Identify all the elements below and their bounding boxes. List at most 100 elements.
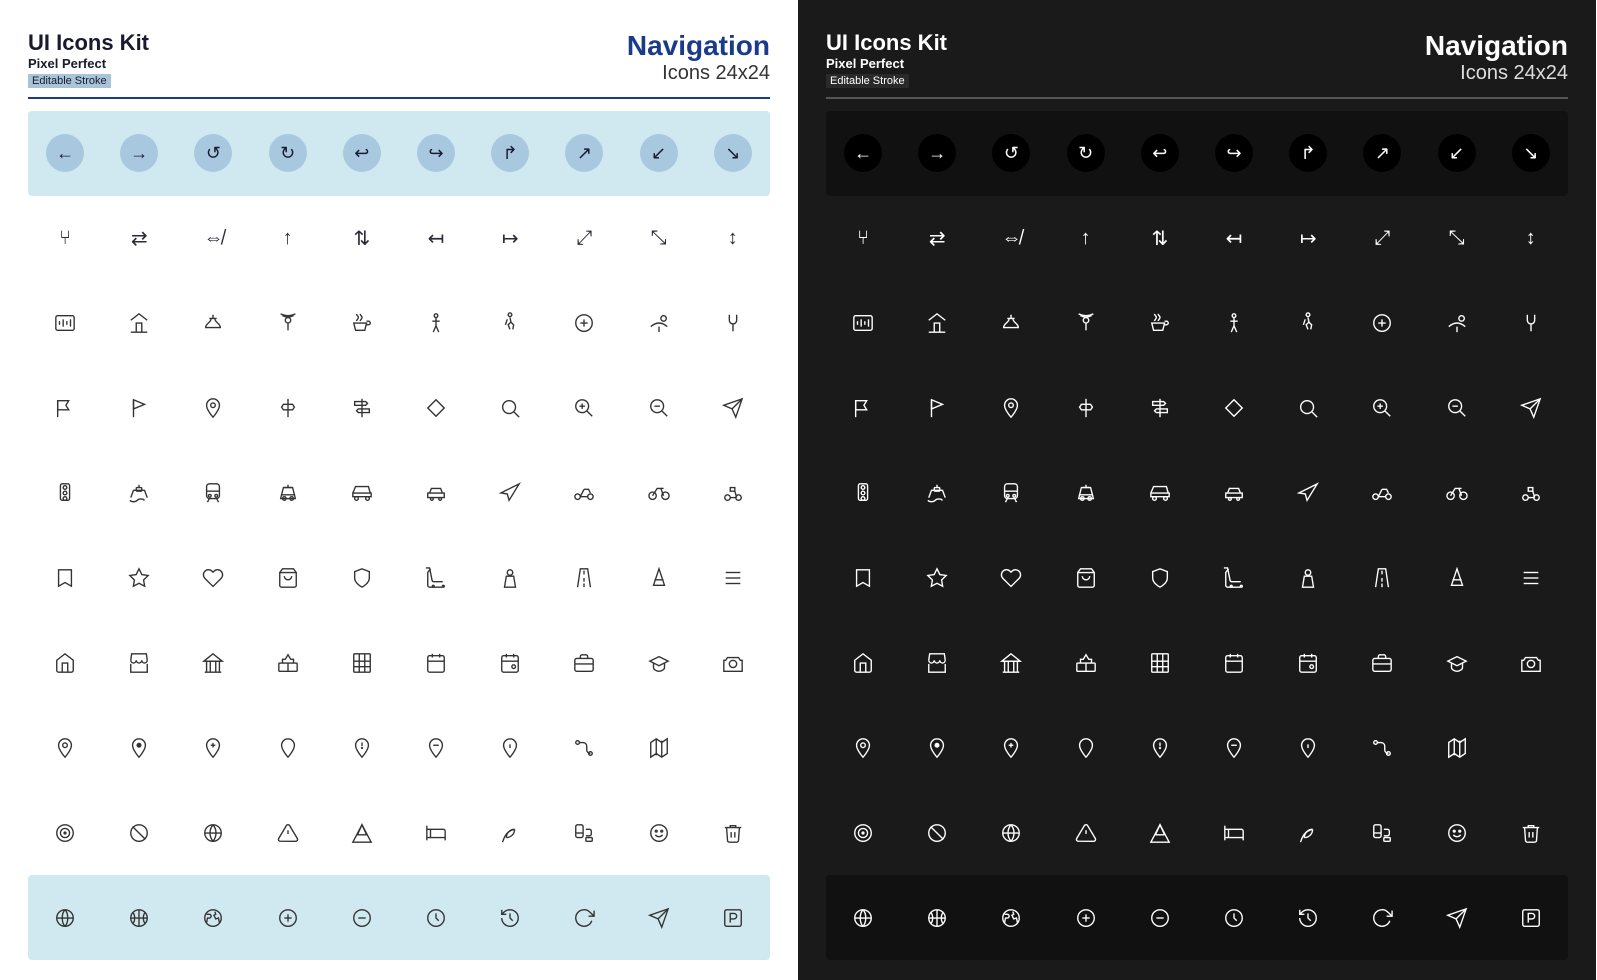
light-icon-tent	[330, 813, 394, 853]
dark-icon-undo: ↺	[979, 133, 1043, 173]
light-icon-turn-up: ↱	[478, 133, 542, 173]
light-icon-earth	[181, 898, 245, 938]
light-icon-empty	[701, 728, 765, 768]
dark-icon-construction	[1054, 643, 1118, 683]
dark-icon-map	[1425, 728, 1489, 768]
dark-row-4	[826, 366, 1568, 451]
light-icon-bookmark	[33, 558, 97, 598]
light-icon-arrow-left-stop: ↤	[404, 218, 468, 258]
light-icon-compress: ⤡	[627, 218, 691, 258]
light-icon-updown: ↕	[701, 218, 765, 258]
light-icon-clock-history	[478, 898, 542, 938]
light-row-5	[28, 451, 770, 536]
dark-icon-pin-2	[905, 728, 969, 768]
dark-panel: UI Icons Kit Pixel Perfect Editable Stro…	[798, 0, 1596, 980]
light-icon-theater	[627, 813, 691, 853]
dark-icon-person-standing	[1202, 303, 1266, 343]
dark-icon-expand: ⤢	[1350, 218, 1414, 258]
dark-icon-bed	[1202, 813, 1266, 853]
light-icon-redo: ↻	[256, 133, 320, 173]
light-icon-scooter	[701, 473, 765, 513]
dark-icon-pin-1	[831, 728, 895, 768]
dark-icon-search-minus	[1425, 388, 1489, 428]
light-icon-shop	[107, 643, 171, 683]
light-pixel-perfect: Pixel Perfect	[28, 56, 149, 71]
dark-icon-route	[1350, 728, 1414, 768]
light-icon-beach	[627, 303, 691, 343]
light-icon-location-send	[627, 898, 691, 938]
light-icon-shield	[330, 558, 394, 598]
dark-icon-updown: ↕	[1499, 218, 1563, 258]
dark-icon-pet-friendly	[1350, 813, 1414, 853]
light-row-10	[28, 875, 770, 960]
light-editable-stroke: Editable Stroke	[28, 74, 111, 88]
light-icon-van	[330, 473, 394, 513]
dark-icon-flag	[831, 388, 895, 428]
light-icon-pin-add	[181, 728, 245, 768]
dark-row-1: ← → ↺ ↻ ↩ ↪ ↱ ↗ ↙ ↘	[826, 111, 1568, 196]
light-icon-cafe	[330, 303, 394, 343]
light-icon-return-left: ↩	[330, 133, 394, 173]
dark-icon-ferry	[905, 473, 969, 513]
light-icon-traffic-light	[33, 473, 97, 513]
light-row-6	[28, 536, 770, 621]
light-icon-search-minus	[627, 388, 691, 428]
light-panel: UI Icons Kit Pixel Perfect Editable Stro…	[0, 0, 798, 980]
light-kit-title: UI Icons Kit	[28, 30, 149, 56]
dark-icon-signpost	[1054, 388, 1118, 428]
light-icon-minus-circle	[330, 898, 394, 938]
dark-icon-camera	[1499, 643, 1563, 683]
dark-icon-no-entry	[905, 813, 969, 853]
light-icon-train	[181, 473, 245, 513]
dark-icon-pin-alert	[1128, 728, 1192, 768]
light-row-3	[28, 281, 770, 366]
light-icon-office	[330, 643, 394, 683]
light-icon-motorcycle	[552, 473, 616, 513]
dark-editable-stroke: Editable Stroke	[826, 74, 909, 88]
dark-icon-send	[1499, 388, 1563, 428]
dark-icon-graduation	[1425, 643, 1489, 683]
light-icon-warning	[256, 813, 320, 853]
light-icon-star	[107, 558, 171, 598]
light-icon-briefcase	[552, 643, 616, 683]
light-icon-arrow-up: ↑	[256, 218, 320, 258]
light-icon-no-entry	[107, 813, 171, 853]
light-icon-camera	[701, 643, 765, 683]
dark-icon-cafe	[1128, 303, 1192, 343]
light-icon-restaurant	[701, 303, 765, 343]
dark-icon-cone	[1425, 558, 1489, 598]
dark-row-8	[826, 705, 1568, 790]
dark-icon-arrow-up: ↑	[1054, 218, 1118, 258]
dark-icon-restaurant	[1499, 303, 1563, 343]
dark-icon-arrow-down-right: ↘	[1499, 133, 1563, 173]
dark-row-6	[826, 536, 1568, 621]
dark-icon-pin-add	[979, 728, 1043, 768]
light-icon-burger	[701, 558, 765, 598]
light-icon-fountain	[181, 303, 245, 343]
dark-icon-office	[1128, 643, 1192, 683]
light-icon-road	[552, 558, 616, 598]
dark-row-3	[826, 281, 1568, 366]
light-icon-arrow-right: →	[107, 133, 171, 173]
dark-icon-search	[1276, 388, 1340, 428]
light-icon-search	[478, 388, 542, 428]
dark-icon-shuffle: ⇎	[979, 218, 1043, 258]
light-icon-cone	[627, 558, 691, 598]
light-icon-pet-friendly	[552, 813, 616, 853]
light-icon-weight	[478, 558, 542, 598]
dark-icon-transfer: ⇄	[905, 218, 969, 258]
dark-icon-refresh	[1350, 898, 1414, 938]
dark-icon-calendar	[1202, 643, 1266, 683]
light-icon-search-plus	[552, 388, 616, 428]
light-icon-bicycle	[627, 473, 691, 513]
dark-icon-star	[905, 558, 969, 598]
dark-icon-shield	[1128, 558, 1192, 598]
light-row-4	[28, 366, 770, 451]
dark-kit-title: UI Icons Kit	[826, 30, 947, 56]
light-icon-medical	[552, 303, 616, 343]
dark-header-left: UI Icons Kit Pixel Perfect Editable Stro…	[826, 30, 947, 89]
dark-icon-burger	[1499, 558, 1563, 598]
light-icon-tram	[256, 473, 320, 513]
light-icon-shuffle: ⇎	[181, 218, 245, 258]
dark-row-7	[826, 620, 1568, 705]
